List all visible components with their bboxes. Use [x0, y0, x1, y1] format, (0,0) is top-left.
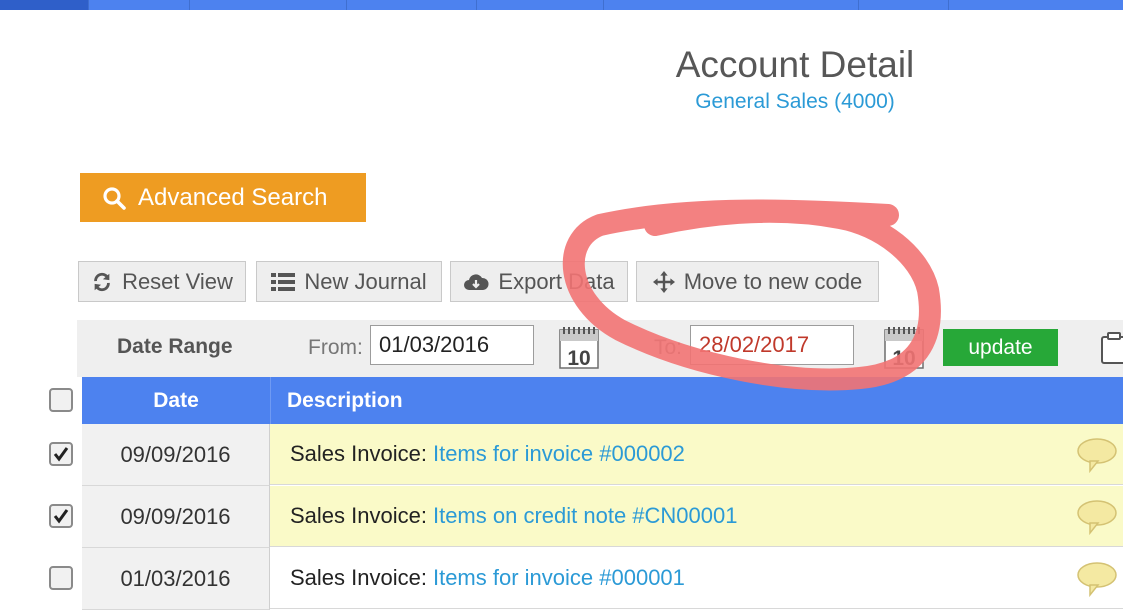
nav-tab[interactable]	[346, 0, 477, 10]
nav-tab[interactable]	[0, 0, 89, 10]
row-link[interactable]: Items for invoice #000002	[433, 441, 685, 467]
row-type: Sales Invoice:	[290, 503, 427, 528]
row-description: Sales Invoice: Items for invoice #000002	[270, 424, 1123, 485]
reset-view-button[interactable]: Reset View	[78, 261, 246, 302]
table-row[interactable]: 09/09/2016 Sales Invoice: Items on credi…	[82, 486, 1123, 548]
row-checkbox[interactable]	[49, 442, 73, 466]
nav-tab[interactable]	[858, 0, 949, 10]
advanced-search-label: Advanced Search	[138, 183, 328, 211]
date-column-header[interactable]: Date	[82, 377, 270, 424]
top-nav-bar	[0, 0, 1123, 10]
from-date-input[interactable]	[370, 325, 534, 365]
from-calendar-icon[interactable]: 10	[559, 325, 599, 370]
checkmark-icon	[53, 509, 69, 524]
comment-icon[interactable]	[1076, 436, 1118, 474]
export-data-button[interactable]: Export Data	[450, 261, 628, 302]
reset-view-label: Reset View	[122, 268, 233, 294]
table-row[interactable]: 01/03/2016 Sales Invoice: Items for invo…	[82, 548, 1123, 610]
nav-tab[interactable]	[189, 0, 347, 10]
row-type: Sales Invoice:	[290, 441, 427, 466]
move-icon	[652, 270, 675, 293]
comment-icon[interactable]	[1076, 498, 1118, 536]
select-all-checkbox[interactable]	[49, 388, 73, 412]
description-column-header[interactable]: Description	[270, 377, 403, 424]
to-date-input[interactable]	[690, 325, 854, 365]
svg-text:10: 10	[567, 347, 590, 369]
row-link[interactable]: Items on credit note #CN00001	[433, 503, 738, 529]
new-journal-label: New Journal	[304, 268, 427, 294]
to-calendar-icon[interactable]: 10	[884, 325, 924, 370]
nav-tab[interactable]	[603, 0, 859, 10]
date-range-label: Date Range	[117, 335, 233, 358]
cloud-download-icon	[464, 273, 489, 290]
new-journal-button[interactable]: New Journal	[256, 261, 442, 302]
refresh-icon	[94, 272, 110, 291]
row-checkbox[interactable]	[49, 566, 73, 590]
row-link[interactable]: Items for invoice #000001	[433, 565, 685, 591]
to-label: To:	[654, 336, 683, 359]
row-description: Sales Invoice: Items on credit note #CN0…	[270, 486, 1123, 547]
from-label: From:	[308, 336, 363, 359]
checkmark-icon	[53, 447, 69, 462]
svg-text:10: 10	[892, 347, 915, 369]
row-type: Sales Invoice:	[290, 565, 427, 590]
nav-tab[interactable]	[476, 0, 604, 10]
account-link[interactable]: General Sales (4000)	[560, 90, 1030, 114]
export-data-label: Export Data	[498, 268, 615, 294]
update-button[interactable]: update	[943, 329, 1058, 366]
table-row[interactable]: 09/09/2016 Sales Invoice: Items for invo…	[82, 424, 1123, 486]
advanced-search-button[interactable]: Advanced Search	[80, 173, 366, 222]
row-checkbox[interactable]	[49, 504, 73, 528]
move-to-new-code-label: Move to new code	[683, 268, 863, 294]
list-icon	[271, 272, 296, 291]
comment-icon[interactable]	[1076, 560, 1118, 598]
row-date: 01/03/2016	[82, 548, 270, 610]
nav-tab[interactable]	[88, 0, 190, 10]
row-description: Sales Invoice: Items for invoice #000001	[270, 548, 1123, 609]
move-to-new-code-button[interactable]: Move to new code	[636, 261, 879, 302]
row-date: 09/09/2016	[82, 424, 270, 486]
search-icon	[103, 186, 126, 210]
row-date: 09/09/2016	[82, 486, 270, 548]
page-title: Account Detail	[675, 44, 915, 85]
clipboard-icon[interactable]	[1100, 330, 1123, 366]
